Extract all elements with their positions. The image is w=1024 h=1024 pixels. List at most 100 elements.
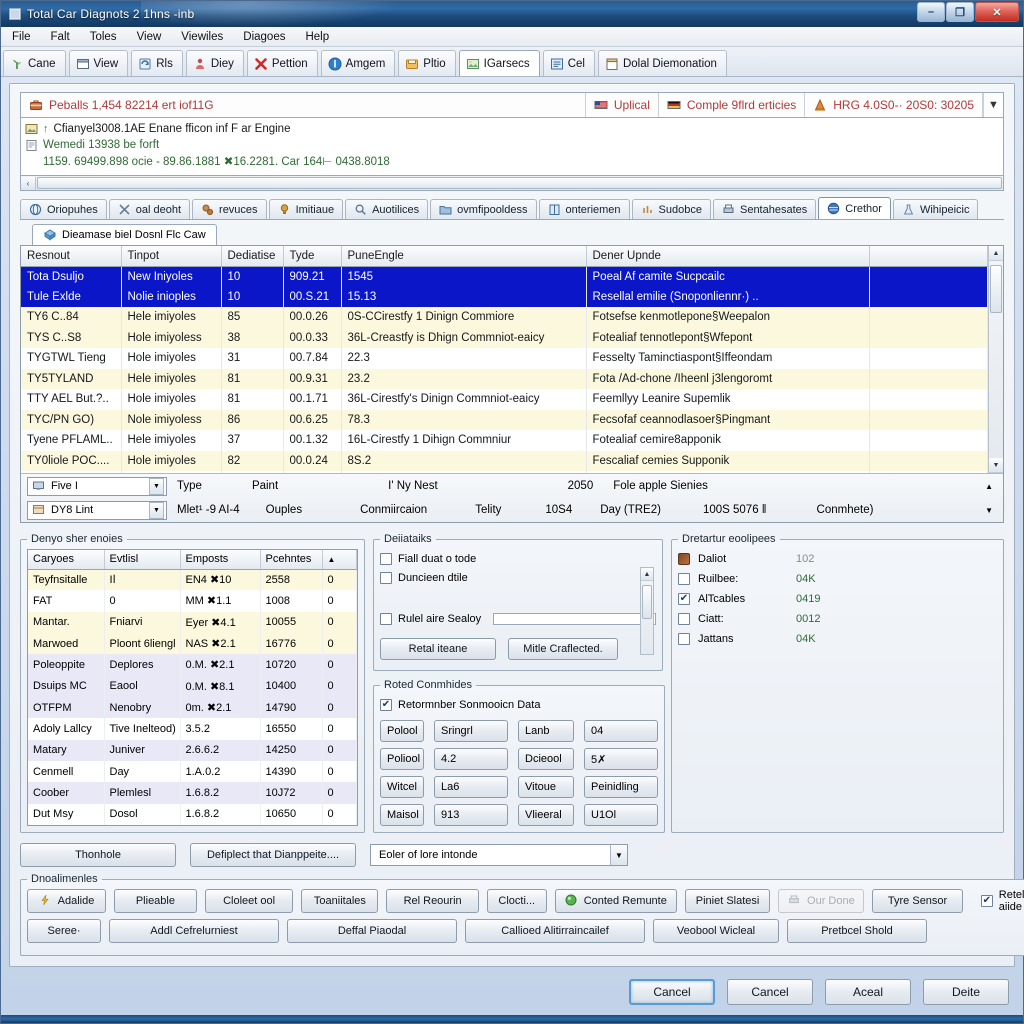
scroll-down-button[interactable]: ▼ bbox=[989, 458, 1003, 473]
plieable-button[interactable]: Plieable bbox=[114, 889, 197, 913]
grid-col-tyde[interactable]: Tyde bbox=[283, 246, 342, 267]
aceal-button[interactable]: Aceal bbox=[825, 979, 911, 1005]
tab-crethor[interactable]: Crethor bbox=[818, 197, 891, 219]
list-item[interactable]: Cenmell Day 1.A.0.2 14390 0 bbox=[28, 760, 357, 783]
cancel-default-button[interactable]: Cancel bbox=[629, 979, 715, 1005]
scroll-thumb[interactable] bbox=[642, 585, 652, 619]
checkbox[interactable] bbox=[980, 895, 993, 907]
scroll-thumb[interactable] bbox=[37, 177, 1002, 189]
tab-oriopuhes[interactable]: Oriopuhes bbox=[20, 199, 107, 219]
list-item[interactable]: OTFPM Nenobry 0m. ✖2.1 14790 0 bbox=[28, 696, 357, 719]
info-cell-uplical[interactable]: Uplical bbox=[586, 93, 659, 117]
maximize-button[interactable]: ❐ bbox=[946, 2, 974, 22]
grid-vertical-scrollbar[interactable]: ▲ ▼ bbox=[988, 246, 1003, 473]
pad-button[interactable]: Sringrl bbox=[434, 720, 508, 742]
chevron-down-icon[interactable]: ▼ bbox=[149, 501, 164, 519]
piniet-slatesi-button[interactable]: Piniet Slatesi bbox=[684, 889, 771, 913]
menu-item-falt[interactable]: Falt bbox=[42, 29, 79, 45]
addl-cefrel-button[interactable]: Addl Cefrelurniest bbox=[109, 919, 279, 943]
our-done-button[interactable]: Our Done bbox=[778, 889, 865, 913]
thonhole-button[interactable]: Thonhole bbox=[20, 843, 176, 867]
list-item[interactable]: FAT 0 MM ✖1.1 1008 0 bbox=[28, 590, 357, 612]
pretbcel-button[interactable]: Pretbcel Shold bbox=[787, 919, 927, 943]
checkbox[interactable] bbox=[678, 613, 690, 625]
table-row[interactable]: TYC/PN GO) Nole imiyoless 86 00.6.25 78.… bbox=[21, 409, 988, 430]
list-item[interactable]: Mantar. Fniarvi Eyer ✖4.1 10055 0 bbox=[28, 611, 357, 633]
status-row-ruilbee[interactable]: Ruilbee: 04K bbox=[678, 569, 997, 589]
deffal-piaodal-button[interactable]: Deffal Piaodal bbox=[287, 919, 457, 943]
dye-lint-combo[interactable]: DY8 Lint ▼ bbox=[27, 500, 167, 520]
list-item[interactable]: Teyfnsitalle Iا EN4 ✖10 2558 0 bbox=[28, 569, 357, 591]
scroll-thumb[interactable] bbox=[990, 265, 1002, 313]
entries-grid[interactable]: Caryoes Evtlisl Emposts Pcehntes ▲ Teyfn… bbox=[27, 549, 358, 826]
grid-col-extra[interactable] bbox=[869, 246, 988, 267]
callioed-button[interactable]: Callioed Alitirraincailef bbox=[465, 919, 645, 943]
toolbar-button-amgem[interactable]: Amgem bbox=[320, 50, 396, 76]
scroll-track[interactable] bbox=[989, 261, 1003, 458]
table-row[interactable]: TYGTWL Tieng Hole imiyoles 31 00.7.84 22… bbox=[21, 348, 988, 369]
menu-item-diagoes[interactable]: Diagoes bbox=[234, 29, 294, 45]
toaniitales-button[interactable]: Toaniitales bbox=[301, 889, 379, 913]
checkbox[interactable] bbox=[380, 612, 392, 625]
list-item[interactable]: Coober Plemlesl 1.6.8.2 10J72 0 bbox=[28, 782, 357, 804]
scroll-left-button[interactable]: ‹ bbox=[21, 176, 36, 190]
checkbox-row-remember[interactable]: Retormnber Sonmooicn Data bbox=[380, 695, 658, 714]
info-cell-recalls[interactable]: Peballs 1,454 82214 ert iof11G bbox=[21, 93, 586, 117]
checkbox[interactable] bbox=[678, 573, 690, 585]
table-row[interactable]: TYS C..S8 Hole imiyoless 38 00.0.33 36L-… bbox=[21, 327, 988, 348]
tab-ovmfipooldess[interactable]: ovmfipooldess bbox=[430, 199, 537, 219]
col-evtlisl[interactable]: Evtlisl bbox=[104, 550, 181, 570]
tab-wihipeicic[interactable]: Wihipeicic bbox=[892, 199, 979, 219]
checkbox[interactable] bbox=[380, 571, 392, 584]
menu-item-toles[interactable]: Toles bbox=[81, 29, 126, 45]
table-row[interactable]: Tule Exlde Nolie inioples 10 00.S.21 15.… bbox=[21, 286, 988, 307]
conted-remunte-button[interactable]: Conted Remunte bbox=[554, 889, 677, 913]
checkbox[interactable] bbox=[678, 633, 690, 645]
table-row[interactable]: Tyene PFLAML.. Hele imiyoles 37 00.1.32 … bbox=[21, 430, 988, 451]
col-sort-arrow[interactable]: ▲ bbox=[322, 550, 357, 570]
status-row-jattans[interactable]: Jattans 04K bbox=[678, 629, 997, 649]
pad-button[interactable]: Peinidling bbox=[584, 776, 658, 798]
cancel-button[interactable]: Cancel bbox=[727, 979, 813, 1005]
checkbox[interactable] bbox=[380, 552, 392, 565]
list-item[interactable]: Poleoppite Deplores 0.M. ✖2.1 10720 0 bbox=[28, 654, 357, 676]
list-item[interactable]: Dsuips MC Eaool 0.M. ✖8.1 10400 0 bbox=[28, 675, 357, 697]
pad-button[interactable]: Polool bbox=[380, 720, 424, 742]
close-button[interactable]: ✕ bbox=[975, 2, 1019, 22]
pad-button[interactable]: La6 bbox=[434, 776, 508, 798]
checkbox-row-fiall[interactable]: Fiall duat o tode bbox=[380, 549, 656, 568]
defiplect-button[interactable]: Defiplect that Dianppeite.... bbox=[190, 843, 356, 867]
grid-col-resnout[interactable]: Resnout bbox=[21, 246, 122, 267]
toolbar-button-rls[interactable]: Rls bbox=[131, 50, 183, 76]
scroll-up-button[interactable]: ▲ bbox=[989, 246, 1003, 261]
chevron-down-icon[interactable]: ▼ bbox=[149, 477, 164, 495]
toolbar-button-dolal-diemonation[interactable]: Dolal Diemonation bbox=[597, 50, 727, 76]
pad-button[interactable]: 5✗ bbox=[584, 748, 658, 770]
menu-item-file[interactable]: File bbox=[3, 29, 40, 45]
deite-button[interactable]: Deite bbox=[923, 979, 1009, 1005]
tab-auotilices[interactable]: Auotilices bbox=[345, 199, 429, 219]
toolbar-button-pettion[interactable]: Pettion bbox=[246, 50, 318, 76]
menu-item-viewiles[interactable]: Viewiles bbox=[172, 29, 232, 45]
pad-button[interactable]: 04 bbox=[584, 720, 658, 742]
clocti-button[interactable]: Clocti... bbox=[486, 889, 547, 913]
progress-slider[interactable] bbox=[493, 612, 656, 625]
toolbar-button-igarsecs[interactable]: IGarsecs bbox=[458, 50, 540, 76]
pad-button[interactable]: Vitoue bbox=[518, 776, 574, 798]
pad-button[interactable]: Poliool bbox=[380, 748, 424, 770]
pad-button[interactable]: U1Ol bbox=[584, 804, 658, 826]
list-item[interactable]: Marwoed Ploont 6liengl NAS ✖2.1 16776 0 bbox=[28, 632, 357, 655]
grid-col-puneengle[interactable]: PuneEngle bbox=[341, 246, 587, 267]
info-cell-compliance[interactable]: Comple 9flrd erticies bbox=[659, 93, 806, 117]
status-row-daliot[interactable]: Daliot 102 bbox=[678, 549, 997, 569]
info-cell-hrg[interactable]: HRG 4.0S0-· 20S0: 30205 bbox=[805, 93, 983, 117]
footer-scroll-down[interactable]: ▼ bbox=[975, 506, 1003, 515]
toolbar-button-pltio[interactable]: Pltio bbox=[398, 50, 456, 76]
list-item[interactable]: Dut Msy Dosol 1.6.8.2 10650 0 bbox=[28, 803, 357, 825]
menu-item-help[interactable]: Help bbox=[296, 29, 338, 45]
col-emposts[interactable]: Emposts bbox=[180, 550, 261, 570]
checkbox[interactable] bbox=[380, 698, 392, 711]
list-item[interactable]: Matary Juniver 2.6.6.2 14250 0 bbox=[28, 739, 357, 761]
toolbar-button-view[interactable]: View bbox=[68, 50, 129, 76]
pad-button[interactable]: 4.2 bbox=[434, 748, 508, 770]
